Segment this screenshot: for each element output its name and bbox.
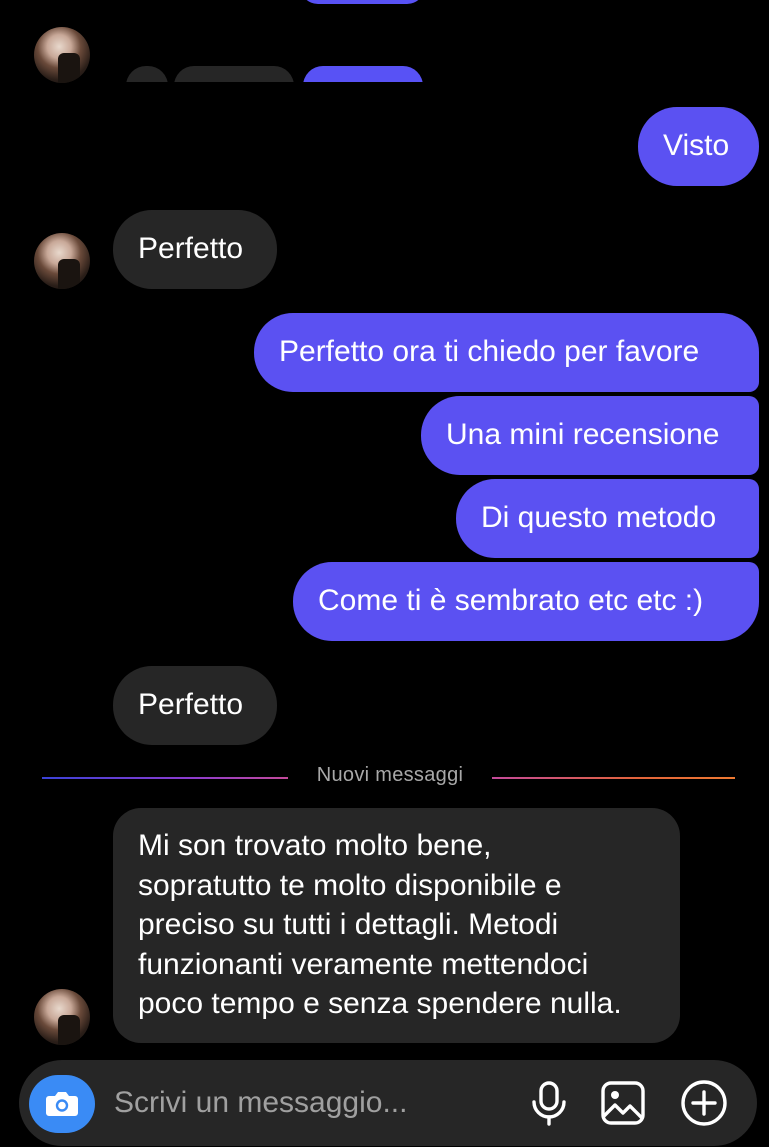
message-text: Come ti è sembrato etc etc :) (318, 584, 704, 617)
message-text: Perfetto ora ti chiedo per favore (279, 335, 700, 368)
message-text: Perfetto (138, 688, 244, 721)
camera-icon (46, 1092, 78, 1116)
plus-circle-icon[interactable] (680, 1079, 728, 1127)
message-text-line: poco tempo e senza spendere nulla. (138, 987, 622, 1020)
contact-avatar[interactable] (34, 989, 90, 1045)
contact-avatar[interactable] (34, 27, 90, 83)
message-text: Una mini recensione (446, 418, 720, 451)
divider-line-right (492, 777, 735, 779)
message-text: Visto (663, 129, 730, 162)
quick-reply-chip[interactable] (126, 66, 168, 82)
new-messages-divider-label: Nuovi messaggi (316, 764, 464, 786)
message-bubble-outgoing[interactable]: Perfetto ora ti chiedo per favore (254, 313, 759, 392)
image-icon[interactable] (600, 1080, 646, 1126)
message-text-line: preciso su tutti i dettagli. Metodi (138, 908, 559, 941)
previous-outgoing-bubble-edge (300, 0, 425, 4)
message-bubble-incoming[interactable]: Perfetto (113, 666, 277, 745)
message-text-line: sopratutto te molto disponibile e (138, 868, 562, 902)
message-bubble-outgoing[interactable]: Di questo metodo (456, 479, 759, 558)
message-bubble-outgoing[interactable]: Visto (638, 107, 759, 186)
message-text-line: funzionanti veramente mettendoci (138, 947, 589, 981)
contact-avatar[interactable] (34, 233, 90, 289)
message-bubble-outgoing[interactable]: Una mini recensione (421, 396, 759, 475)
message-text: Di questo metodo (481, 501, 717, 534)
quick-reply-chip[interactable] (303, 66, 423, 82)
message-text: Perfetto (138, 232, 244, 265)
camera-button[interactable] (29, 1075, 95, 1133)
quick-reply-chips (120, 60, 440, 82)
quick-reply-chip[interactable] (174, 66, 294, 82)
microphone-icon[interactable] (529, 1081, 569, 1127)
message-text-line: Mi son trovato molto bene, (138, 829, 492, 862)
divider-line-left (42, 777, 288, 779)
message-bubble-incoming[interactable]: Mi son trovato molto bene, sopratutto te… (113, 808, 680, 1043)
message-input[interactable]: Scrivi un messaggio... (114, 1086, 407, 1120)
message-bubble-outgoing[interactable]: Come ti è sembrato etc etc :) (293, 562, 759, 641)
message-bubble-incoming[interactable]: Perfetto (113, 210, 277, 289)
